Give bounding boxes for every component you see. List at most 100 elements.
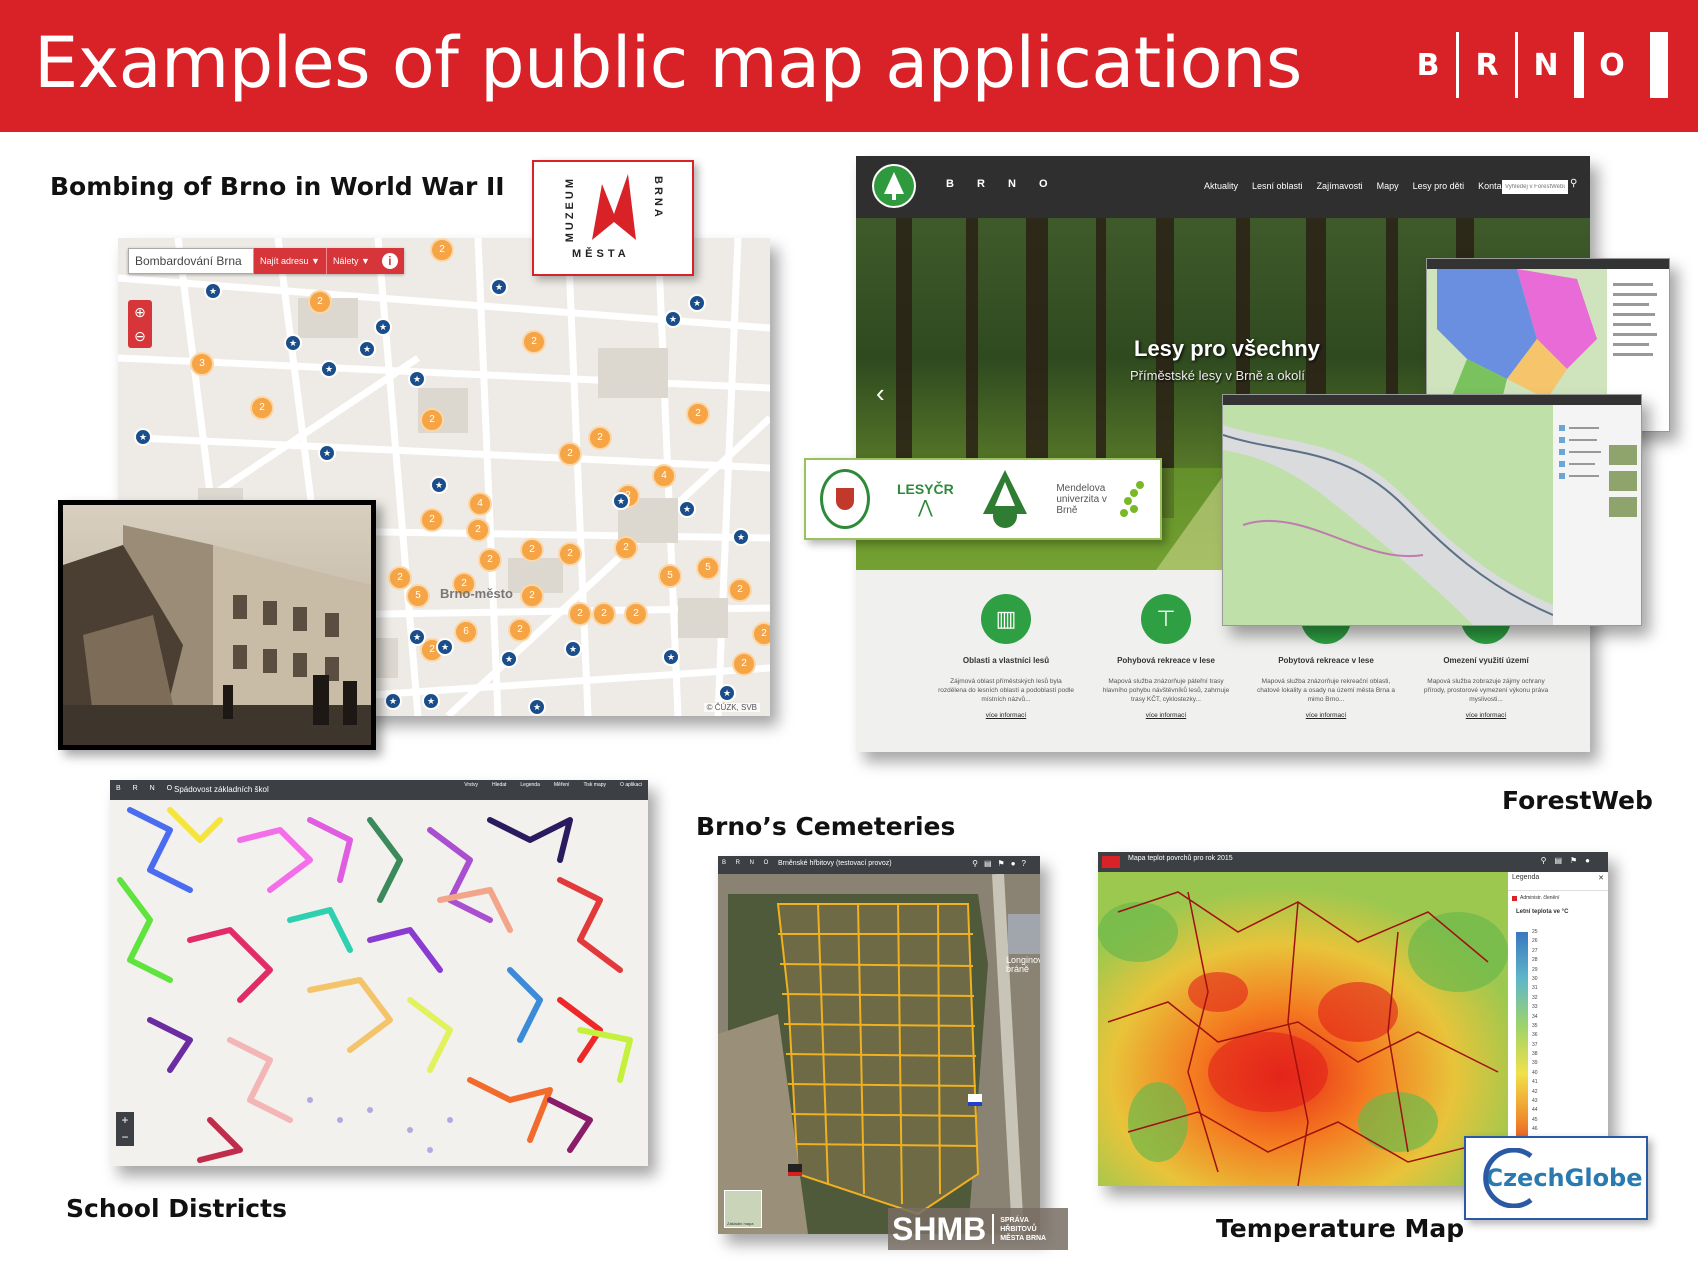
raid-marker[interactable]: 5 (658, 564, 682, 588)
raid-marker[interactable]: 2 (592, 602, 616, 626)
bomb-site-marker[interactable]: ★ (204, 282, 222, 300)
raid-marker[interactable]: 2 (250, 396, 274, 420)
raid-marker[interactable]: 2 (420, 508, 444, 532)
scale-tick: 43 (1532, 1098, 1538, 1105)
bomb-site-marker[interactable]: ★ (134, 428, 152, 446)
bomb-site-marker[interactable]: ★ (320, 360, 338, 378)
nav-item[interactable]: Zajímavosti (1317, 181, 1363, 191)
bomb-site-marker[interactable]: ★ (564, 640, 582, 658)
raid-marker[interactable]: 2 (520, 584, 544, 608)
bomb-site-marker[interactable]: ★ (284, 334, 302, 352)
basemap-switcher[interactable]: Základní mapa (724, 1190, 762, 1228)
raid-marker[interactable]: 2 (522, 330, 546, 354)
info-icon: i (381, 253, 398, 269)
raid-marker[interactable]: 2 (728, 578, 752, 602)
bomb-site-marker[interactable]: ★ (718, 684, 736, 702)
ruined-building-image (63, 505, 371, 745)
close-icon[interactable]: ✕ (1598, 874, 1604, 882)
feature-text: Mapová služba zobrazuje zájmy ochrany př… (1423, 678, 1549, 703)
raid-marker[interactable]: 2 (308, 290, 332, 314)
nav-item[interactable]: Lesní oblasti (1252, 181, 1303, 191)
bomb-site-marker[interactable]: ★ (358, 340, 376, 358)
raid-marker[interactable]: 2 (520, 538, 544, 562)
feature-link[interactable]: více informací (1256, 712, 1396, 719)
raid-marker[interactable]: 2 (624, 602, 648, 626)
bomb-site-marker[interactable]: ★ (662, 648, 680, 666)
raid-marker[interactable]: 2 (732, 652, 756, 676)
logo-letter-b: B (1416, 47, 1440, 83)
bomb-site-marker[interactable]: ★ (688, 294, 706, 312)
find-address-button[interactable]: Najít adresu ▼ (254, 248, 326, 274)
school-districts-map[interactable] (110, 800, 648, 1166)
school-zoom-control[interactable]: + − (116, 1112, 134, 1146)
cemetery-toolbar-icons[interactable]: ⚲▤⚑●? (972, 859, 1032, 868)
bomb-site-marker[interactable]: ★ (422, 692, 440, 710)
bomb-site-marker[interactable]: ★ (664, 310, 682, 328)
bomb-site-marker[interactable]: ★ (490, 278, 508, 296)
bomb-site-marker[interactable]: ★ (430, 476, 448, 494)
bomb-site-marker[interactable]: ★ (678, 500, 696, 518)
raid-marker[interactable]: 2 (568, 602, 592, 626)
raid-marker[interactable]: 6 (454, 620, 478, 644)
raid-marker[interactable]: 2 (388, 566, 412, 590)
topo-map-image (1223, 405, 1641, 625)
feature-link[interactable]: více informací (1416, 712, 1556, 719)
raid-marker[interactable]: 2 (508, 618, 532, 642)
nav-item[interactable]: Aktuality (1204, 181, 1238, 191)
raid-marker[interactable]: 2 (614, 536, 638, 560)
bomb-site-marker[interactable]: ★ (612, 492, 630, 510)
raid-marker[interactable]: 2 (420, 408, 444, 432)
bomb-site-marker[interactable]: ★ (408, 370, 426, 388)
info-button[interactable]: i (375, 248, 404, 274)
forestweb-logo[interactable] (872, 164, 916, 208)
raid-marker[interactable]: 3 (190, 352, 214, 376)
toolbar-button[interactable]: Legenda (520, 782, 539, 788)
raid-marker[interactable]: 4 (652, 464, 676, 488)
toolbar-button[interactable]: Vrstvy (464, 782, 478, 788)
temperature-app-logo (1102, 856, 1120, 868)
bomb-site-marker[interactable]: ★ (528, 698, 546, 716)
nav-item[interactable]: Lesy pro děti (1413, 181, 1465, 191)
raid-marker[interactable]: 5 (406, 584, 430, 608)
temperature-toolbar-icons[interactable]: ⚲▤⚑● (1541, 856, 1598, 865)
feature-link[interactable]: více informací (1096, 712, 1236, 719)
zoom-in-icon[interactable]: ⊕ (128, 300, 152, 324)
raid-marker[interactable]: 2 (478, 548, 502, 572)
bomb-site-marker[interactable]: ★ (408, 628, 426, 646)
toolbar-button[interactable]: O aplikaci (620, 782, 642, 788)
bomb-site-marker[interactable]: ★ (732, 528, 750, 546)
raid-marker[interactable]: 2 (466, 518, 490, 542)
zoom-out-icon[interactable]: ⊖ (128, 324, 152, 348)
bomb-site-marker[interactable]: ★ (436, 638, 454, 656)
raid-marker[interactable]: 2 (558, 542, 582, 566)
toolbar-button[interactable]: Měření (554, 782, 570, 788)
raid-marker[interactable]: 4 (468, 492, 492, 516)
bomb-site-marker[interactable]: ★ (500, 650, 518, 668)
caption-forestweb: ForestWeb (1502, 786, 1653, 815)
forests-brno-logo-icon (819, 469, 870, 529)
raid-marker[interactable]: 2 (588, 426, 612, 450)
shmb-logo: SHMB SPRÁVA HŘBITOVŮ MĚSTA BRNA (888, 1208, 1068, 1250)
toolbar-button[interactable]: Tisk mapy (583, 782, 606, 788)
temperature-scale-bar (1516, 932, 1528, 1168)
bomb-site-marker[interactable]: ★ (384, 692, 402, 710)
nav-item[interactable]: Mapy (1377, 181, 1399, 191)
raid-marker[interactable]: 2 (430, 238, 454, 262)
toolbar-button[interactable]: Hledat (492, 782, 506, 788)
feature-link[interactable]: více informací (936, 712, 1076, 719)
scale-tick: 31 (1532, 985, 1538, 992)
forestweb-search-input[interactable] (1502, 180, 1568, 194)
bomb-site-marker[interactable]: ★ (374, 318, 392, 336)
search-input[interactable]: Bombardování Brna (128, 248, 254, 274)
raid-marker[interactable]: 2 (558, 442, 582, 466)
raid-marker[interactable]: 5 (696, 556, 720, 580)
scale-tick: 30 (1532, 975, 1538, 982)
search-icon[interactable]: ⚲ (1570, 178, 1577, 189)
carousel-prev-icon[interactable]: ‹ (876, 378, 885, 409)
temperature-heatmap[interactable] (1098, 872, 1508, 1186)
raid-marker[interactable]: 2 (686, 402, 710, 426)
cemetery-aerial-map[interactable] (718, 874, 1040, 1234)
raids-dropdown[interactable]: Nálety ▼ (325, 248, 376, 274)
raid-marker[interactable]: 2 (752, 622, 770, 646)
bomb-site-marker[interactable]: ★ (318, 444, 336, 462)
